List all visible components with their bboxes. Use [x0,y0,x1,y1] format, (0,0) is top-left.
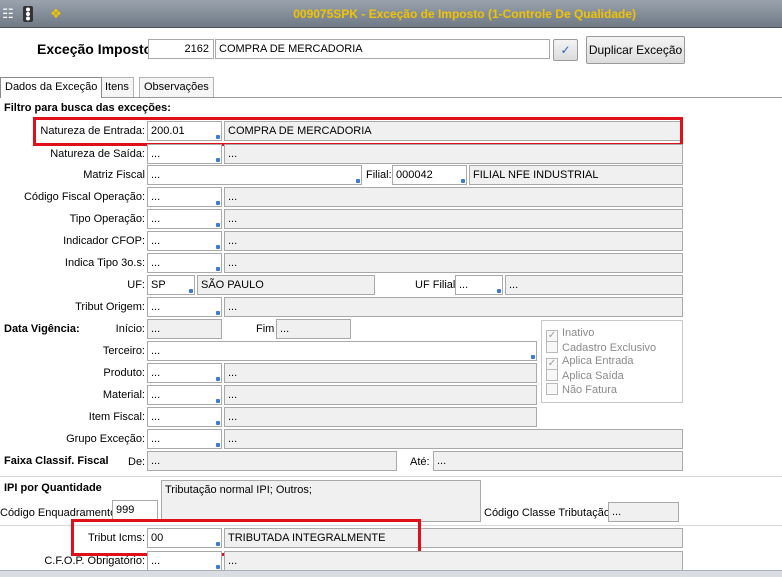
cfop-obrigatorio-label: C.F.O.P. Obrigatório: [44,555,145,567]
header-code-field[interactable]: 2162 [148,39,214,59]
section-filter: Filtro para busca das exceções: [4,102,171,114]
grupo-excecao-desc: ... [224,429,683,449]
natureza-saida-code[interactable]: ... [147,144,222,164]
ipi-label: IPI por Quantidade [4,482,102,494]
vigencia-fim-field[interactable]: ... [276,319,351,339]
window-title: 009075SPK - Exceção de Imposto (1-Contro… [293,7,636,21]
enquadramento-label: Código Enquadramento [0,507,117,519]
tipo-operacao-label: Tipo Operação: [69,213,145,225]
matriz-fiscal-label: Matriz Fiscal [83,169,145,181]
checkbox-inativo[interactable]: ✓ Inativo [546,327,594,342]
natureza-saida-label: Natureza de Saída: [50,148,145,160]
terceiro-code[interactable]: ... [147,341,537,361]
filial-label: Filial: [366,169,392,181]
uf-filial-code[interactable]: ... [455,275,503,295]
item-fiscal-code[interactable]: ... [147,407,222,427]
check-icon[interactable]: ✓ [553,39,578,61]
faixa-label: Faixa Classif. Fiscal [4,455,109,467]
indicador-cfop-code[interactable]: ... [147,231,222,251]
grupo-excecao-label: Grupo Exceção: [66,433,145,445]
header-label: Exceção Imposto [37,41,153,57]
header-description-field[interactable]: COMPRA DE MERCADORIA [215,39,550,59]
vigencia-inicio-field[interactable]: ... [147,319,222,339]
ipi-tributacao-field: Tributação normal IPI; Outros; [161,480,481,522]
indicador-cfop-desc: ... [224,231,683,251]
duplicate-button[interactable]: Duplicar Exceção [586,36,685,64]
tribut-origem-desc: ... [224,297,683,317]
cfop-obrigatorio-desc: ... [224,551,683,571]
indica-tipo-code[interactable]: ... [147,253,222,273]
tab-itens[interactable]: Itens [100,77,134,97]
produto-label: Produto: [103,367,145,379]
produto-code[interactable]: ... [147,363,222,383]
tab-divider [0,97,782,98]
material-label: Material: [102,389,145,401]
cfop-obrigatorio-code[interactable]: ... [147,551,222,571]
vigencia-label: Data Vigência: [4,323,80,335]
material-desc: ... [224,385,537,405]
vigencia-inicio-label: Início: [115,323,145,335]
highlight-natureza-entrada [33,117,683,146]
indicador-cfop-label: Indicador CFOP: [63,235,145,247]
checkbox-aplica-entrada[interactable]: ✓ Aplica Entrada [546,355,634,370]
window-titlebar: ☷ ❖ 009075SPK - Exceção de Imposto (1-Co… [0,0,782,28]
indica-tipo-desc: ... [224,253,683,273]
material-code[interactable]: ... [147,385,222,405]
item-fiscal-desc: ... [224,407,537,427]
cfop-operacao-desc: ... [224,187,683,207]
terceiro-label: Terceiro: [102,345,145,357]
uf-filial-label: UF Filial [415,279,456,291]
tipo-operacao-code[interactable]: ... [147,209,222,229]
uf-code[interactable]: SP [147,275,195,295]
matriz-fiscal-code[interactable]: ... [147,165,362,185]
classe-tributacao-field[interactable]: ... [608,502,679,522]
enquadramento-field[interactable]: 999 [112,500,158,520]
faixa-ate-label: Até: [410,456,430,468]
faixa-ate-field[interactable]: ... [433,451,683,471]
filial-desc: FILIAL NFE INDUSTRIAL [469,165,683,185]
divider-ipi [0,476,782,477]
filial-code[interactable]: 000042 [392,165,467,185]
indica-tipo-label: Indica Tipo 3o.s: [64,257,145,269]
tipo-operacao-desc: ... [224,209,683,229]
vigencia-fim-label: Fim [256,323,275,335]
tribut-origem-code[interactable]: ... [147,297,222,317]
uf-label: UF: [127,279,145,291]
uf-desc: SÃO PAULO [197,275,375,295]
item-fiscal-label: Item Fiscal: [88,411,145,423]
tribut-origem-label: Tribut Origem: [75,301,145,313]
cfop-operacao-code[interactable]: ... [147,187,222,207]
faixa-de-field[interactable]: ... [147,451,397,471]
horizontal-scrollbar[interactable] [0,570,782,577]
grupo-excecao-code[interactable]: ... [147,429,222,449]
classe-tributacao-label: Código Classe Tributação [484,507,610,519]
tab-observacoes[interactable]: Observações [139,77,214,97]
uf-filial-desc: ... [505,275,683,295]
faixa-de-label: De: [128,456,146,468]
checkbox-nao-fatura[interactable]: Não Fatura [546,383,617,397]
produto-desc: ... [224,363,537,383]
checkbox-cadastro-exclusivo[interactable]: Cadastro Exclusivo [546,341,656,355]
checkbox-aplica-saida[interactable]: Aplica Saída [546,369,624,383]
tab-dados-excecao[interactable]: Dados da Exceção [0,77,103,98]
natureza-saida-desc: ... [224,144,683,164]
cfop-operacao-label: Código Fiscal Operação: [23,191,145,203]
